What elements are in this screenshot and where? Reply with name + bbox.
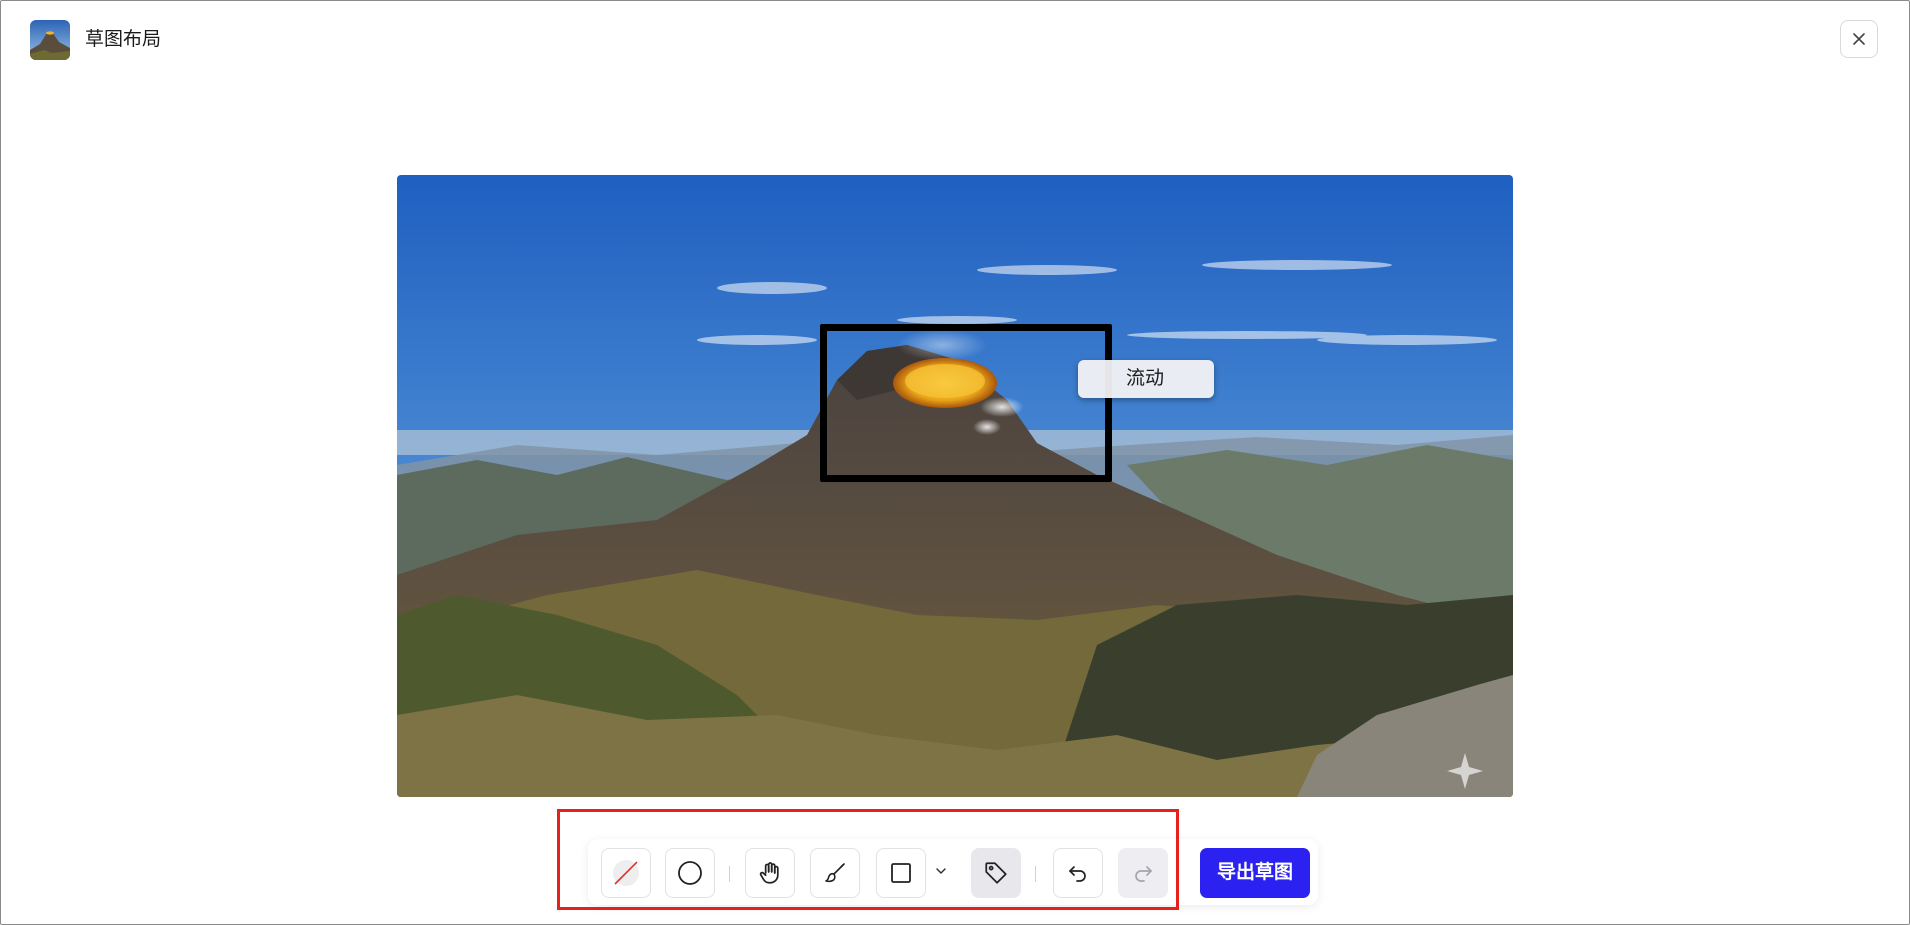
close-icon (1853, 33, 1865, 45)
annotation-label[interactable]: 流动 (1078, 360, 1214, 398)
export-sketch-button[interactable]: 导出草图 (1200, 848, 1310, 898)
landscape-image (397, 175, 1513, 797)
sketch-canvas[interactable] (397, 175, 1513, 797)
header: 草图布局 (0, 0, 1910, 80)
toolbar-highlight-box (557, 809, 1179, 910)
window-title: 草图布局 (85, 29, 162, 50)
app-thumbnail (30, 20, 70, 60)
close-button[interactable] (1840, 20, 1878, 58)
selection-rectangle[interactable] (820, 324, 1112, 482)
